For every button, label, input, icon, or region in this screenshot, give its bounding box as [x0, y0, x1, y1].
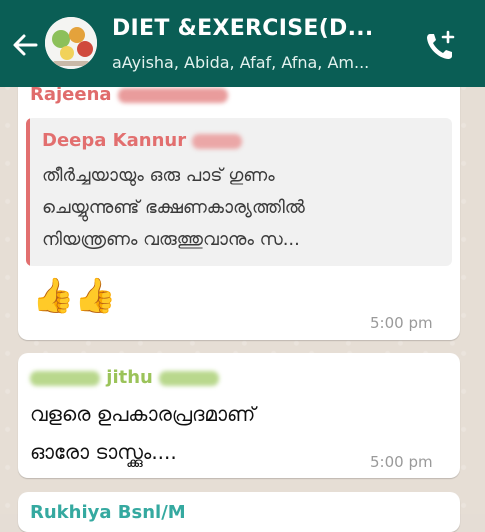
- quoted-line: തീർച്ചയായും ഒരു പാട് ഗുണം: [42, 165, 275, 186]
- message-time: 5:00 pm: [370, 314, 433, 332]
- message-bubble[interactable]: Rajeena Deepa Kannur തീർച്ചയായും ഒരു പാട…: [18, 80, 460, 340]
- quoted-line: ചെയ്യുന്നുണ്ട് ഭക്ഷണകാര്യത്തിൽ: [42, 197, 305, 218]
- quoted-sender-text: Deepa Kannur: [42, 130, 187, 151]
- redacted-number: [159, 370, 220, 386]
- message-line: വളരെ ഉപകാരപ്രദമാണ്: [30, 402, 256, 426]
- redacted-name: [30, 370, 100, 386]
- chat-title[interactable]: DIET &EXERCISE(D...: [112, 16, 417, 41]
- sender-name-text: Rajeena: [30, 84, 112, 105]
- redacted-number: [117, 87, 228, 103]
- sender-name[interactable]: Rajeena: [30, 84, 228, 105]
- quoted-text: തീർച്ചയായും ഒരു പാട് ഗുണം ചെയ്യുന്നുണ്ട്…: [42, 160, 446, 256]
- redacted-number: [192, 133, 243, 149]
- add-call-icon[interactable]: [422, 28, 458, 64]
- message-time: 5:00 pm: [370, 453, 433, 471]
- participants-list[interactable]: aAyisha, Abida, Afaf, Afna, Am...: [112, 53, 412, 72]
- back-arrow-icon[interactable]: [10, 30, 40, 60]
- message-bubble[interactable]: Rukhiya Bsnl/M: [18, 492, 460, 532]
- group-avatar[interactable]: [45, 17, 97, 69]
- sender-name[interactable]: Rukhiya Bsnl/M: [30, 502, 186, 523]
- thumbs-up-icon: 👍👍: [32, 276, 117, 316]
- quoted-line: നിയന്ത്രണം വരുത്തുവാനും സ...: [42, 229, 300, 250]
- message-bubble[interactable]: jithu വളരെ ഉപകാരപ്രദമാണ് ഓരോ ടാസ്ക്കും..…: [18, 353, 460, 478]
- quote-accent-bar: [26, 118, 30, 266]
- sender-name-text: jithu: [106, 367, 153, 388]
- chat-header[interactable]: DIET &EXERCISE(D... aAyisha, Abida, Afaf…: [0, 0, 485, 87]
- quoted-sender: Deepa Kannur: [42, 130, 243, 151]
- sender-name[interactable]: jithu: [30, 367, 220, 388]
- quoted-message[interactable]: Deepa Kannur തീർച്ചയായും ഒരു പാട് ഗുണം ച…: [26, 118, 452, 266]
